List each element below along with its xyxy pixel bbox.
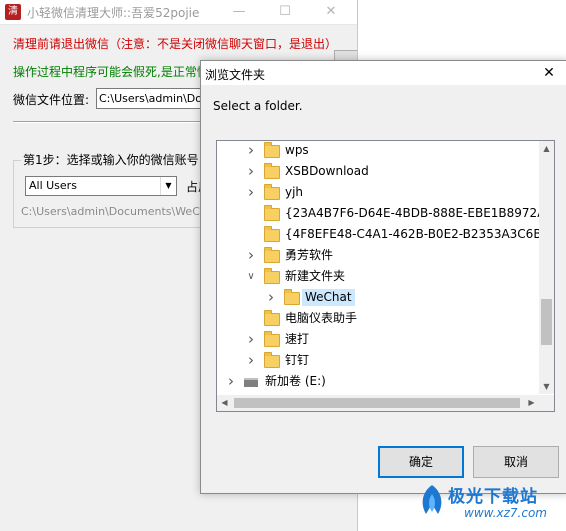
account-select[interactable]: All Users ▼ xyxy=(25,176,177,196)
drive-icon xyxy=(244,378,258,387)
tree-item-label: 新建文件夹 xyxy=(285,269,346,283)
dialog-prompt: Select a folder. xyxy=(213,99,303,113)
tree-item[interactable]: › 速打 xyxy=(217,329,538,350)
tree-item-label: XSBDownload xyxy=(285,164,369,178)
account-select-value: All Users xyxy=(29,179,77,192)
app-logo-icon: 清 xyxy=(5,4,21,20)
tree-item-label: 钉钉 xyxy=(285,353,310,367)
vertical-scroll-thumb[interactable] xyxy=(541,299,552,345)
tree-item[interactable]: › 钉钉 xyxy=(217,350,538,371)
tree-item-label: {23A4B7F6-D64E-4BDB-888E-EBE1B8972A xyxy=(285,206,546,220)
tree-item[interactable]: {4F8EFE48-C4A1-462B-B0E2-B2353A3C6B xyxy=(217,224,542,245)
tree-item-label: 新加卷 (E:) xyxy=(265,374,326,388)
dialog-close-icon[interactable]: ✕ xyxy=(537,62,561,84)
main-window-title: 小轻微信清理大师::吾爱52pojie xyxy=(27,6,200,20)
tree-item[interactable]: › XSBDownload xyxy=(217,161,538,182)
wechat-path-text: C:\Users\admin\Documents\WeChat xyxy=(21,205,218,218)
tree-item[interactable]: › yjh xyxy=(217,182,538,203)
cancel-button[interactable]: 取消 xyxy=(473,446,559,478)
folder-icon xyxy=(284,289,300,305)
step1-label: 第1步：选择或输入你的微信账号 xyxy=(21,151,201,168)
tree-item-label: 速打 xyxy=(285,332,310,346)
chevron-right-icon[interactable]: › xyxy=(225,371,237,392)
main-close-button[interactable]: ✕ xyxy=(308,0,354,24)
tree-item-label: yjh xyxy=(285,185,304,199)
folder-icon xyxy=(264,184,280,200)
minimize-button[interactable]: — xyxy=(216,0,262,24)
maximize-button[interactable]: ☐ xyxy=(262,0,308,24)
folder-icon xyxy=(264,247,280,263)
tree-item-label: 电脑仪表助手 xyxy=(285,311,358,325)
chevron-right-icon[interactable]: › xyxy=(245,161,257,182)
tree-item[interactable]: › 勇芳软件 xyxy=(217,245,538,266)
freeze-warning: 操作过程中程序可能会假死,是正常情 xyxy=(13,65,209,79)
tree-item-label: {4F8EFE48-C4A1-462B-B0E2-B2353A3C6B xyxy=(285,227,542,241)
scroll-down-icon[interactable]: ▼ xyxy=(539,379,554,394)
tree-item[interactable]: › WeChat xyxy=(217,287,538,308)
site-watermark: 极光下载站 www.xz7.com xyxy=(414,480,564,530)
vertical-scrollbar[interactable]: ▲ ▼ xyxy=(539,141,554,394)
dialog-title: 浏览文件夹 xyxy=(205,68,266,82)
scroll-left-icon[interactable]: ◀ xyxy=(217,395,232,410)
watermark-url: www.xz7.com xyxy=(464,506,547,520)
wechat-folder-label: 微信文件位置: xyxy=(13,93,90,107)
tree-item[interactable]: › wps xyxy=(217,141,538,161)
ok-button[interactable]: 确定 xyxy=(378,446,464,478)
watermark-name: 极光下载站 xyxy=(448,487,538,507)
tree-item[interactable]: {23A4B7F6-D64E-4BDB-888E-EBE1B8972A xyxy=(217,203,545,224)
tree-item-label: WeChat xyxy=(302,289,355,306)
folder-icon xyxy=(264,310,280,326)
folder-icon xyxy=(264,226,280,242)
divider xyxy=(13,121,203,123)
horizontal-scrollbar[interactable]: ◀ ▶ xyxy=(217,395,554,411)
browse-folder-dialog: 浏览文件夹 ✕ Select a folder. › wps › XSBDownloa… xyxy=(200,60,566,494)
chevron-right-icon[interactable]: › xyxy=(265,287,277,308)
tree-item[interactable]: 电脑仪表助手 xyxy=(217,308,538,329)
folder-icon xyxy=(264,268,280,284)
folder-icon xyxy=(264,205,280,221)
folder-icon xyxy=(264,142,280,158)
folder-icon xyxy=(264,331,280,347)
chevron-right-icon[interactable]: › xyxy=(245,329,257,350)
tree-item[interactable]: › 新加卷 (E:) xyxy=(217,371,538,392)
chevron-right-icon[interactable]: › xyxy=(245,245,257,266)
chevron-right-icon[interactable]: › xyxy=(245,141,257,161)
chevron-down-icon[interactable]: ▼ xyxy=(160,177,176,195)
watermark-logo-icon xyxy=(422,485,442,514)
folder-tree[interactable]: › wps › XSBDownload › yjh {23A4B7F6-D64E-4BDB-… xyxy=(216,140,555,412)
scroll-up-icon[interactable]: ▲ xyxy=(539,141,554,156)
scroll-right-icon[interactable]: ▶ xyxy=(524,395,539,410)
folder-icon xyxy=(264,163,280,179)
tree-item[interactable]: ∨ 新建文件夹 xyxy=(217,266,538,287)
chevron-right-icon[interactable]: › xyxy=(245,350,257,371)
tree-item-label: 勇芳软件 xyxy=(285,248,334,262)
chevron-right-icon[interactable]: › xyxy=(245,182,257,203)
exit-wechat-warning: 清理前请退出微信（注意：不是关闭微信聊天窗口，是退出） xyxy=(13,37,338,51)
main-titlebar: 清 小轻微信清理大师::吾爱52pojie — ☐ ✕ xyxy=(0,0,357,25)
tree-item-label: wps xyxy=(285,143,309,157)
chevron-down-icon[interactable]: ∨ xyxy=(245,266,257,287)
horizontal-scroll-thumb[interactable] xyxy=(234,398,520,408)
folder-icon xyxy=(264,352,280,368)
dialog-titlebar: 浏览文件夹 ✕ xyxy=(201,61,566,85)
